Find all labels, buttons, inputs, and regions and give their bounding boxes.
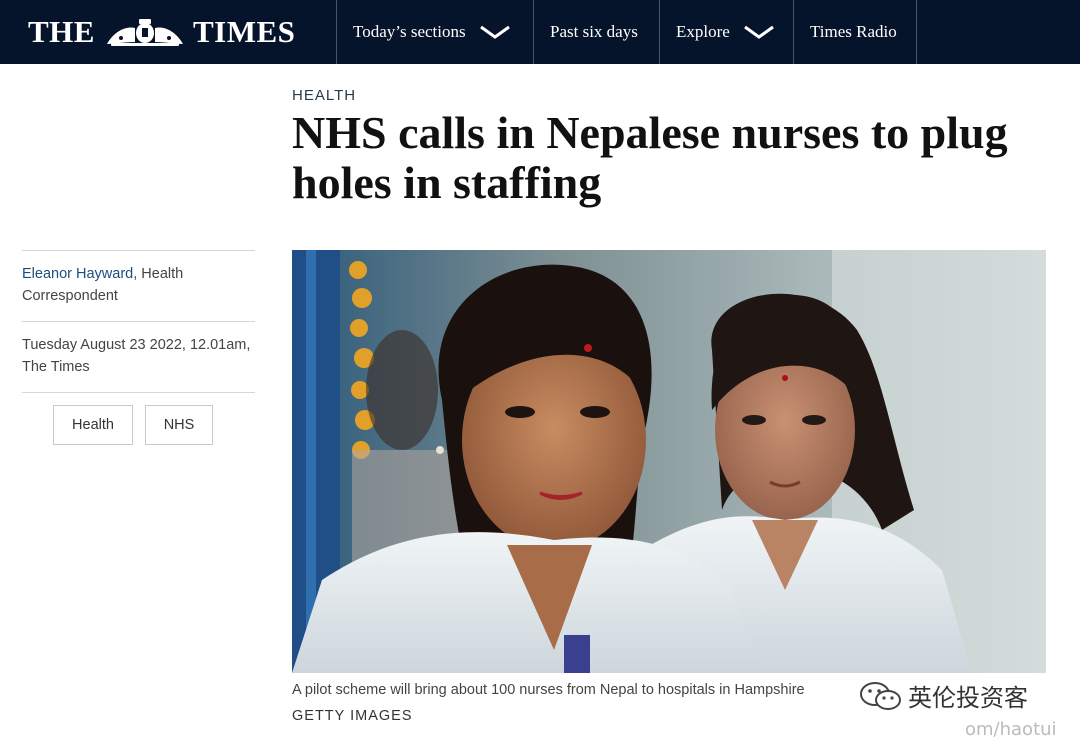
photo-credit: GETTY IMAGES	[292, 708, 413, 724]
article-meta-sidebar: Eleanor Hayward, Health Correspondent Tu…	[22, 250, 255, 445]
topic-tags: Health NHS	[22, 393, 255, 445]
nurses-photo-illustration	[292, 250, 1046, 673]
top-navigation-bar: THE TIMES Today’s sections Past six days…	[0, 0, 1080, 64]
nav-label: Past six days	[550, 22, 638, 41]
chevron-down-icon	[479, 25, 510, 39]
nav-label: Today’s sections	[353, 22, 466, 41]
author-link[interactable]: Eleanor Hayward	[22, 266, 133, 282]
watermark: 英伦投资客	[858, 678, 1028, 713]
main-nav: Today’s sections Past six days Explore T…	[336, 0, 917, 64]
royal-crest-icon	[106, 19, 183, 46]
wechat-icon	[860, 681, 901, 710]
nav-label: Times Radio	[810, 22, 897, 41]
nav-past-six-days[interactable]: Past six days	[533, 0, 659, 64]
chevron-down-icon	[743, 25, 774, 39]
times-logo[interactable]: THE TIMES	[28, 14, 295, 50]
watermark-text: 英伦投资客	[908, 684, 1028, 712]
article-headline: NHS calls in Nepalese nurses to plug hol…	[292, 107, 1008, 208]
nav-label: Explore	[676, 22, 730, 41]
nav-times-radio[interactable]: Times Radio	[793, 0, 917, 64]
logo-word-times: TIMES	[192, 14, 296, 49]
section-label[interactable]: HEALTH	[292, 87, 356, 104]
tag-health[interactable]: Health	[53, 405, 133, 445]
nav-explore[interactable]: Explore	[659, 0, 793, 64]
article-photo	[292, 250, 1046, 673]
dateline: Tuesday August 23 2022, 12.01am, The Tim…	[22, 337, 251, 375]
logo-word-the: THE	[28, 14, 95, 49]
tag-nhs[interactable]: NHS	[145, 405, 213, 445]
photo-caption: A pilot scheme will bring about 100 nurs…	[292, 682, 805, 698]
watermark-subtext: om/haotui	[965, 719, 1057, 740]
byline: Eleanor Hayward, Health Correspondent	[22, 251, 255, 321]
nav-todays-sections[interactable]: Today’s sections	[336, 0, 533, 64]
